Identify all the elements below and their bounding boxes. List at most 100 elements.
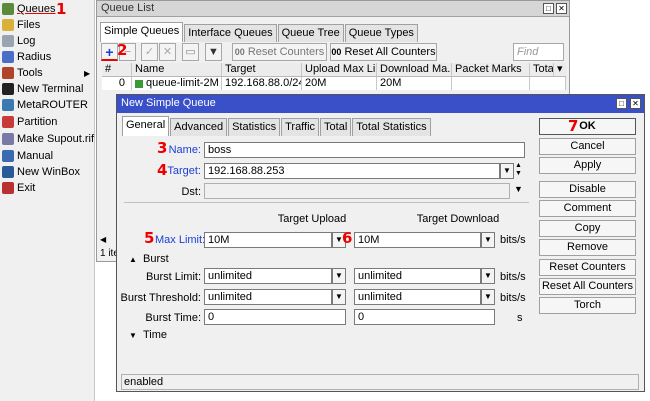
sidebar-item-label: Log — [17, 35, 36, 47]
unit-label: bits/s — [500, 271, 526, 283]
table-row[interactable]: 0 queue-limit-2M 192.168.88.0/24 20M 20M — [102, 77, 566, 90]
apply-button[interactable]: Apply — [539, 157, 636, 174]
sidebar-item-exit[interactable]: Exit — [0, 180, 95, 196]
step-marker-5: 5 — [144, 229, 155, 247]
sidebar-item-queues[interactable]: Queues — [0, 1, 95, 17]
sidebar-item-manual[interactable]: Manual — [0, 148, 95, 164]
queue-list-title: Queue List — [97, 1, 569, 17]
reset-counters-button[interactable]: Reset Counters — [539, 259, 636, 276]
step-marker-4: 4 — [157, 161, 168, 179]
tab-total-statistics[interactable]: Total Statistics — [352, 118, 431, 136]
tab-statistics[interactable]: Statistics — [228, 118, 281, 136]
tab-general[interactable]: General — [122, 116, 170, 136]
scroll-left-icon[interactable]: ◀ — [100, 235, 116, 246]
tab-advanced[interactable]: Advanced — [170, 118, 228, 136]
dst-field[interactable] — [204, 183, 510, 199]
step-marker-3: 3 — [157, 139, 168, 157]
burst-limit-label: Burst Limit: — [145, 271, 201, 283]
step-marker-7: 7 — [568, 117, 579, 135]
burst-limit-upload-field[interactable]: unlimited — [204, 268, 332, 284]
burst-threshold-upload-dropdown[interactable]: ▼ — [332, 289, 346, 305]
filter-button[interactable]: ▼ — [205, 43, 222, 61]
column-header[interactable]: Name — [132, 63, 222, 76]
comment-button[interactable]: ▭ — [182, 43, 199, 61]
target-dropdown[interactable]: ▼ — [500, 163, 514, 179]
column-header[interactable]: Download Ma... — [377, 63, 452, 76]
cancel-button[interactable]: Cancel — [539, 138, 636, 155]
terminal-icon — [2, 83, 14, 95]
step-marker-1: 1 — [56, 0, 67, 18]
burst-threshold-download-field[interactable]: unlimited — [354, 289, 481, 305]
burst-threshold-download-dropdown[interactable]: ▼ — [481, 289, 495, 305]
add-button[interactable]: + — [101, 43, 118, 61]
column-header[interactable]: Upload Max Li... — [302, 63, 377, 76]
max-limit-upload-field[interactable]: 10M — [204, 232, 332, 248]
tab-queue-tree[interactable]: Queue Tree — [277, 24, 344, 42]
target-label: Target: — [167, 165, 201, 177]
step-marker-6: 6 — [342, 229, 353, 247]
enable-button[interactable]: ✓ — [141, 43, 158, 61]
column-header[interactable]: Target — [222, 63, 302, 76]
reset-all-counters-button[interactable]: 00 Reset All Counters — [330, 43, 437, 61]
metarouter-icon — [2, 99, 14, 111]
burst-limit-download-dropdown[interactable]: ▼ — [481, 268, 495, 284]
time-section-header[interactable]: ▼ Time — [129, 329, 167, 341]
reset-all-counters-button[interactable]: Reset All Counters — [539, 278, 636, 295]
divider — [124, 202, 529, 203]
burst-time-download-field[interactable]: 0 — [354, 309, 495, 325]
target-field[interactable]: 192.168.88.253 — [204, 163, 500, 179]
sidebar-item-tools[interactable]: Tools ▶ — [0, 65, 95, 81]
ok-button[interactable]: OK — [539, 118, 636, 135]
partition-icon — [2, 116, 14, 128]
reset-counters-button[interactable]: 00 Reset Counters — [232, 43, 327, 61]
maximize-icon[interactable]: □ — [616, 98, 627, 109]
sidebar-item-label: Queues — [17, 3, 56, 15]
sidebar-item-partition[interactable]: Partition — [0, 114, 95, 130]
tab-traffic[interactable]: Traffic — [281, 118, 320, 136]
tab-total[interactable]: Total — [320, 118, 352, 136]
remove-button[interactable]: Remove — [539, 239, 636, 256]
column-header[interactable]: Packet Marks — [452, 63, 530, 76]
sidebar-item-label: New Terminal — [17, 83, 84, 95]
burst-time-upload-field[interactable]: 0 — [204, 309, 346, 325]
sidebar-item-label: MetaROUTER — [17, 99, 88, 111]
tab-simple-queues[interactable]: Simple Queues — [100, 22, 184, 42]
unit-label: s — [517, 312, 523, 324]
folder-icon — [2, 19, 14, 31]
close-icon[interactable]: ✕ — [630, 98, 641, 109]
sidebar-item-make-supout[interactable]: Make Supout.rif — [0, 131, 95, 147]
sidebar-item-label: Make Supout.rif — [17, 133, 95, 145]
queue-tabs: Simple Queues Interface Queues Queue Tre… — [100, 22, 419, 42]
burst-limit-upload-dropdown[interactable]: ▼ — [332, 268, 346, 284]
updown-icon[interactable]: ▲ ▼ — [515, 162, 522, 178]
comment-button[interactable]: Comment — [539, 200, 636, 217]
tab-queue-types[interactable]: Queue Types — [344, 24, 418, 42]
sidebar-item-log[interactable]: Log — [0, 33, 95, 49]
chevron-down-icon[interactable]: ▾ — [554, 63, 566, 76]
disable-button[interactable]: Disable — [539, 181, 636, 198]
sidebar-item-metarouter[interactable]: MetaROUTER — [0, 97, 95, 113]
torch-button[interactable]: Torch — [539, 297, 636, 314]
column-header[interactable]: Tota — [530, 63, 554, 76]
disable-button[interactable]: ✕ — [159, 43, 176, 61]
queues-icon — [2, 3, 14, 15]
find-input[interactable]: Find — [513, 43, 564, 61]
name-field[interactable]: boss — [204, 142, 525, 158]
copy-button[interactable]: Copy — [539, 220, 636, 237]
burst-threshold-upload-field[interactable]: unlimited — [204, 289, 332, 305]
chevron-down-icon[interactable]: ▼ — [514, 184, 523, 194]
max-limit-download-field[interactable]: 10M — [354, 232, 481, 248]
burst-limit-download-field[interactable]: unlimited — [354, 268, 481, 284]
sidebar-item-new-terminal[interactable]: New Terminal — [0, 81, 95, 97]
column-header[interactable]: # — [102, 63, 132, 76]
max-limit-download-dropdown[interactable]: ▼ — [481, 232, 495, 248]
status-bar: enabled — [121, 374, 639, 390]
sidebar-item-new-winbox[interactable]: New WinBox — [0, 164, 95, 180]
close-icon[interactable]: ✕ — [556, 3, 567, 14]
burst-section-header[interactable]: ▲ Burst — [129, 253, 169, 265]
sidebar-item-label: Partition — [17, 116, 58, 128]
maximize-icon[interactable]: □ — [543, 3, 554, 14]
sidebar-item-radius[interactable]: Radius — [0, 49, 95, 65]
sidebar-item-files[interactable]: Files — [0, 17, 95, 33]
tab-interface-queues[interactable]: Interface Queues — [184, 24, 277, 42]
